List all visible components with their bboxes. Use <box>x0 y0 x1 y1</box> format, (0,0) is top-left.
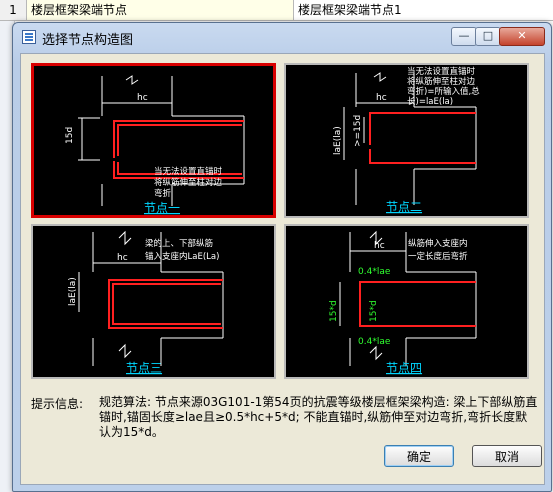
node-2-note-4: 长)=laE(la) <box>407 96 453 107</box>
close-icon: ✕ <box>517 29 527 42</box>
ok-button[interactable]: 确定 <box>384 445 454 467</box>
property-grid-row[interactable]: 1 楼层框架梁端节点 楼层框架梁端节点1 <box>0 0 553 21</box>
maximize-button[interactable]: □ <box>475 27 501 46</box>
select-node-dialog: 选择节点构造图 — □ ✕ hc 15d 当无法设置直锚时 将纵筋伸至柱对边 弯… <box>12 22 552 492</box>
node-1-dim-label: 15d <box>65 127 75 144</box>
node-3-diagram: hc laE(la) 梁的上、下部纵筋 锚入支座内LaE(La) 节点三 <box>68 230 224 375</box>
node-4-note-1: 纵筋伸入支座内 <box>408 238 468 249</box>
dialog-titlebar[interactable]: 选择节点构造图 — □ ✕ <box>13 23 551 51</box>
node-2-note-3: 弯折)=所输入值,总 <box>407 86 480 97</box>
node-3-note-2: 锚入支座内LaE(La) <box>145 251 219 262</box>
info-label: 提示信息: <box>31 397 84 411</box>
node-3-note-1: 梁的上、下部纵筋 <box>145 238 213 249</box>
node-3-dim-left: laE(la) <box>68 277 78 306</box>
node-3-caption: 节点三 <box>126 361 162 375</box>
row-index: 1 <box>0 0 27 20</box>
node-2-caption: 节点二 <box>386 200 422 214</box>
node-1-note-2: 将纵筋伸至柱对边 <box>154 177 223 188</box>
dialog-client: hc 15d 当无法设置直锚时 将纵筋伸至柱对边 弯折 节点一 hc laE(l… <box>20 53 545 485</box>
node-2-hc-label: hc <box>376 93 387 103</box>
node-1-diagram: hc 15d 当无法设置直锚时 将纵筋伸至柱对边 弯折 节点一 <box>65 75 245 215</box>
cancel-button[interactable]: 取消 <box>472 445 542 467</box>
row-value[interactable]: 楼层框架梁端节点1 <box>294 0 553 20</box>
node-2-note-1: 当无法设置直锚时 <box>407 66 476 77</box>
node-4-top-label: 0.4*lae <box>358 267 391 277</box>
dialog-title: 选择节点构造图 <box>42 33 134 48</box>
maximize-icon: □ <box>482 29 494 42</box>
node-3-panel[interactable]: hc laE(la) 梁的上、下部纵筋 锚入支座内LaE(La) 节点三 <box>31 224 276 379</box>
node-1-panel[interactable]: hc 15d 当无法设置直锚时 将纵筋伸至柱对边 弯折 节点一 <box>31 63 276 218</box>
row-name: 楼层框架梁端节点 <box>27 0 294 20</box>
dialog-icon <box>22 30 36 44</box>
node-4-caption: 节点四 <box>386 361 422 375</box>
info-text: 规范算法: 节点来源03G101-1第54页的抗震等级楼层框架梁构造: 梁上下部… <box>99 395 538 439</box>
node-3-hc-label: hc <box>117 253 128 263</box>
close-button[interactable]: ✕ <box>499 27 545 46</box>
node-1-note-3: 弯折 <box>154 188 172 199</box>
node-4-diagram: hc 0.4*lae 0.4*lae 15*d 15*d 纵筋伸入支座内 一定长… <box>329 230 477 375</box>
node-2-diagram: hc laE(la) >=15d 当无法设置直锚时 将纵筋伸至柱对边 弯折)=所… <box>333 66 480 214</box>
node-2-dim-hook: >=15d <box>353 115 363 147</box>
minimize-button[interactable]: — <box>451 27 477 46</box>
node-2-panel[interactable]: hc laE(la) >=15d 当无法设置直锚时 将纵筋伸至柱对边 弯折)=所… <box>284 63 529 218</box>
node-2-note-2: 将纵筋伸至柱对边 <box>407 76 476 87</box>
node-4-dim-a: 15*d <box>329 300 339 322</box>
node-4-hc-label: hc <box>374 241 385 251</box>
node-1-caption: 节点一 <box>144 201 180 215</box>
node-4-note-2: 一定长度后弯折 <box>408 251 468 262</box>
node-4-dim-b: 15*d <box>369 300 379 322</box>
node-2-dim-left: laE(la) <box>333 126 343 155</box>
node-4-bottom-label: 0.4*lae <box>358 337 391 347</box>
minimize-icon: — <box>458 29 470 42</box>
node-1-hc-label: hc <box>137 93 148 103</box>
node-1-note-1: 当无法设置直锚时 <box>154 166 223 177</box>
node-4-panel[interactable]: hc 0.4*lae 0.4*lae 15*d 15*d 纵筋伸入支座内 一定长… <box>284 224 529 379</box>
